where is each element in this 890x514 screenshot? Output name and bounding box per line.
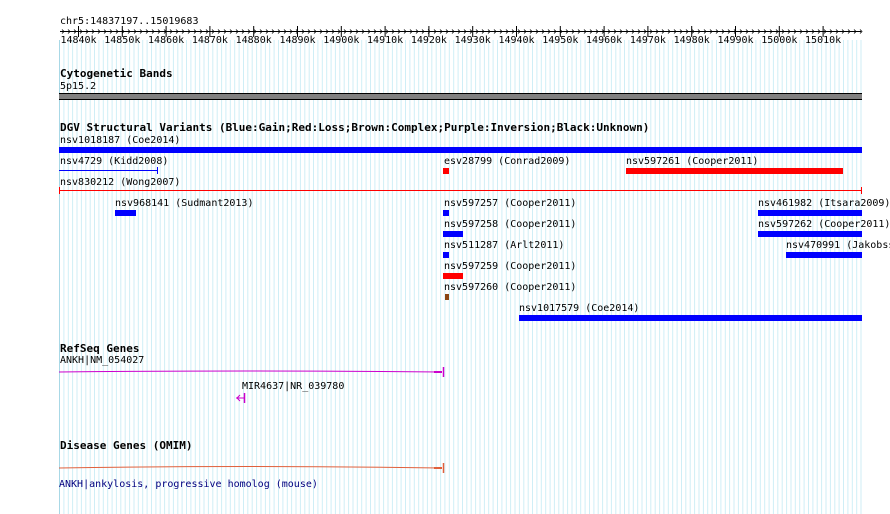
dgv-feature-end xyxy=(861,187,862,194)
dgv-feature-label: nsv461982 (Itsara2009) xyxy=(758,198,890,209)
ruler-tick-label: 14920k xyxy=(410,35,447,46)
dgv-feature-label: nsv1018187 (Coe2014) xyxy=(60,135,181,146)
dgv-feature-label: esv28799 (Conrad2009) xyxy=(444,156,571,167)
dgv-feature-label: nsv597260 (Cooper2011) xyxy=(444,282,577,293)
dgv-feature-bar[interactable] xyxy=(758,210,862,216)
dgv-feature-label: nsv1017579 (Coe2014) xyxy=(519,303,640,314)
ruler-tick-label: 15000k xyxy=(761,35,798,46)
dgv-feature-label: nsv511287 (Arlt2011) xyxy=(444,240,565,251)
dgv-feature-bar[interactable] xyxy=(443,273,463,279)
dgv-feature-label: nsv597262 (Cooper2011) xyxy=(758,219,890,230)
ruler-tick-label: 14970k xyxy=(629,35,666,46)
dgv-track-title[interactable]: DGV Structural Variants (Blue:Gain;Red:L… xyxy=(60,122,649,134)
dgv-feature-bar[interactable] xyxy=(59,190,862,191)
dgv-feature-bar[interactable] xyxy=(443,210,449,216)
dgv-feature-bar[interactable] xyxy=(626,168,843,174)
dgv-feature-label: nsv830212 (Wong2007) xyxy=(60,177,181,188)
ruler-tick-label: 14980k xyxy=(673,35,710,46)
dgv-feature-label: nsv4729 (Kidd2008) xyxy=(60,156,169,167)
ruler-tick-label: 14870k xyxy=(191,35,228,46)
dgv-feature-bar[interactable] xyxy=(115,210,136,216)
ruler-tick-label: 14990k xyxy=(717,35,754,46)
dgv-feature-label: nsv470991 (Jakobsson2008) xyxy=(786,240,890,251)
ruler-tick-label: 14910k xyxy=(367,35,404,46)
omim-track-title[interactable]: Disease Genes (OMIM) xyxy=(60,440,192,452)
dgv-feature-label: nsv597261 (Cooper2011) xyxy=(626,156,759,167)
genome-browser-view: chr5:14837197..15019683 14840k 14850k 1486… xyxy=(0,0,890,514)
dgv-feature-label: nsv597258 (Cooper2011) xyxy=(444,219,577,230)
ruler-tick-label: 14930k xyxy=(454,35,491,46)
omim-gene-exon xyxy=(434,467,442,469)
dgv-feature-label: nsv597259 (Cooper2011) xyxy=(444,261,577,272)
ruler-tick-label: 14960k xyxy=(586,35,623,46)
dgv-feature-bar[interactable] xyxy=(786,252,862,258)
gene-exon xyxy=(434,371,442,373)
ruler-tick-label: 15010k xyxy=(805,35,842,46)
dgv-feature-bar[interactable] xyxy=(519,315,862,321)
cytoband-bar[interactable] xyxy=(59,93,862,100)
gene-label: MIR4637|NR_039780 xyxy=(242,381,345,392)
dgv-feature-bar[interactable] xyxy=(445,294,449,300)
ruler-tick-label: 14940k xyxy=(498,35,535,46)
ruler-tick-label: 14900k xyxy=(323,35,360,46)
dgv-feature-bar[interactable] xyxy=(59,147,862,153)
cytoband-label: 5p15.2 xyxy=(60,81,97,92)
dgv-feature-bar[interactable] xyxy=(443,168,449,174)
ruler-tick-label: 14860k xyxy=(148,35,185,46)
gene-intron-line xyxy=(58,370,441,373)
ruler-tick-label: 14890k xyxy=(279,35,316,46)
dgv-feature-end xyxy=(59,187,60,194)
dgv-feature-bar[interactable] xyxy=(758,231,862,237)
dgv-feature-label: nsv597257 (Cooper2011) xyxy=(444,198,577,209)
dgv-feature-label: nsv968141 (Sudmant2013) xyxy=(115,198,254,209)
dgv-feature-bar[interactable] xyxy=(59,170,158,171)
refseq-track-title[interactable]: RefSeq Genes xyxy=(60,343,139,355)
ruler-tick-label: 14840k xyxy=(60,35,97,46)
ruler-tick-label: 14880k xyxy=(235,35,272,46)
dgv-feature-bar[interactable] xyxy=(443,231,463,237)
ruler-tick-label: 14850k xyxy=(104,35,141,46)
omim-gene-model[interactable] xyxy=(0,458,890,478)
omim-gene-link[interactable]: ANKH|ankylosis, progressive homolog (mou… xyxy=(59,479,318,490)
dgv-feature-end xyxy=(157,167,158,174)
omim-gene-line xyxy=(58,466,441,469)
refseq-gene-models[interactable] xyxy=(0,360,890,410)
dgv-feature-bar[interactable] xyxy=(443,252,449,258)
cytoband-track-title[interactable]: Cytogenetic Bands xyxy=(60,68,173,80)
ruler-tick-label: 14950k xyxy=(542,35,579,46)
